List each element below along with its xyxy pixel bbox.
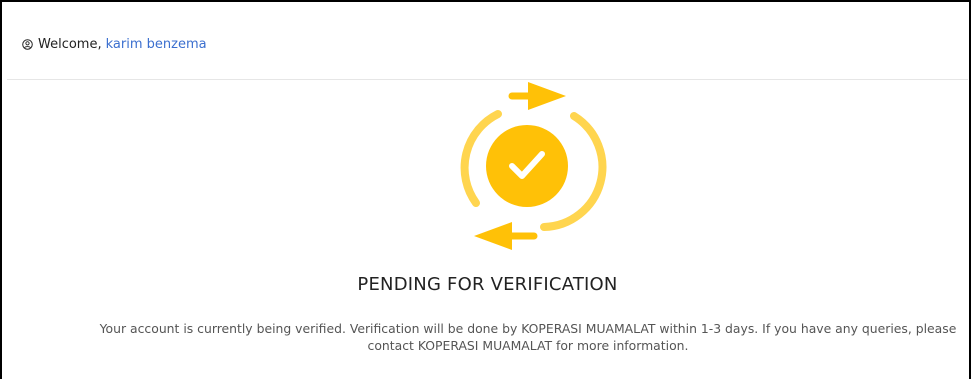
welcome-line: Welcome, karim benzema: [22, 37, 207, 52]
welcome-bar: Welcome, karim benzema: [7, 4, 968, 80]
page-frame: Welcome, karim benzema PENDING FOR VERIF…: [0, 0, 971, 379]
sync-arrowhead-top: [528, 82, 566, 110]
status-title: PENDING FOR VERIFICATION: [357, 274, 618, 295]
check-circle: [486, 125, 568, 207]
user-name-link[interactable]: karim benzema: [106, 37, 207, 52]
welcome-label: Welcome,: [38, 37, 102, 52]
status-message: Your account is currently being verified…: [99, 321, 957, 353]
sync-check-icon: [460, 82, 607, 250]
sync-arrowhead-bottom: [474, 222, 512, 250]
user-circle-icon: [22, 39, 33, 50]
